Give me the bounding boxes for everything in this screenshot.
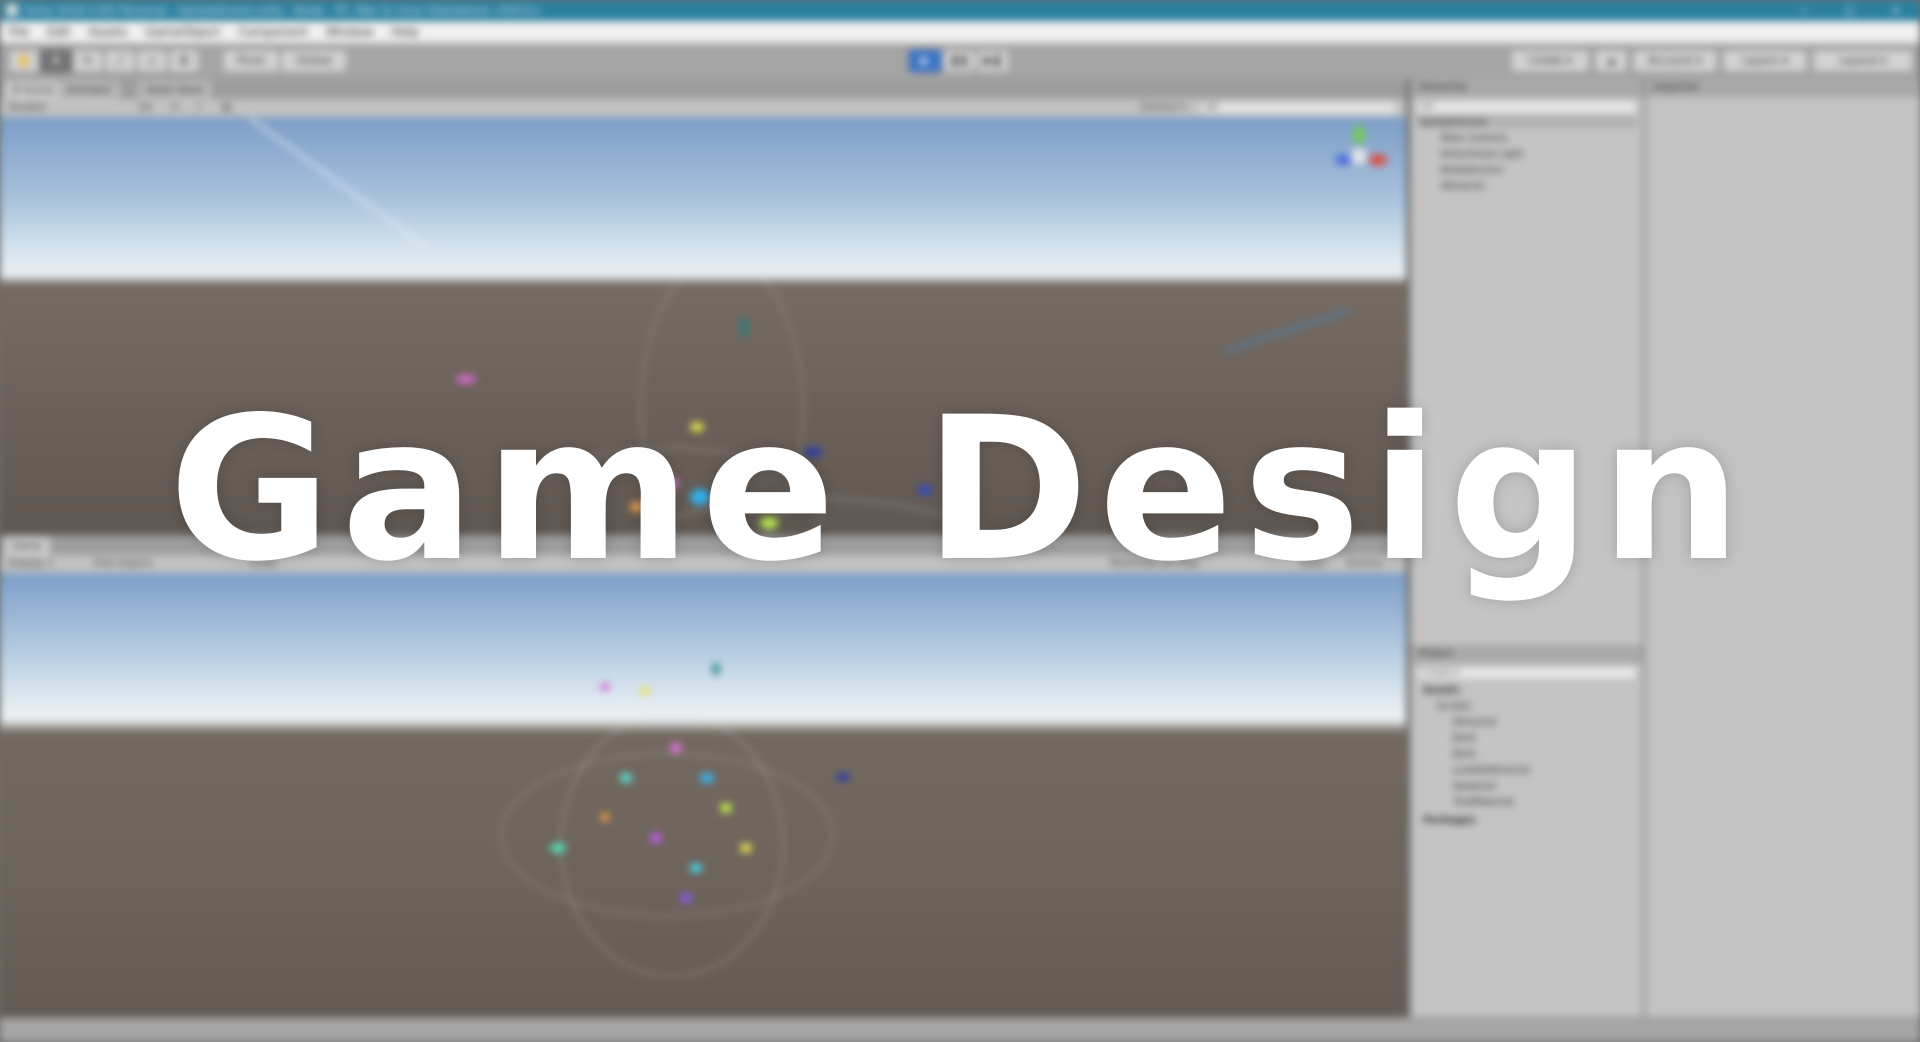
boid-particle [600,683,610,691]
boid-particle [740,843,752,853]
boid-particle [700,773,714,783]
boid-particle [836,773,850,781]
main-toolbar: ✋ ✥ ↻ ⤢ ▭ ⊞ Pivot Global ▶ ❚❚ ▶❚ Collab … [0,43,1920,80]
window-titlebar: Unity 2018.3.0f2 Personal - SampleScene.… [0,0,1920,21]
collab-dropdown[interactable]: Collab ▾ [1510,49,1590,73]
boid-particle [680,893,692,903]
scene-panel-tabs: # Scene Animator Asset Store [0,79,1406,99]
2d-toggle[interactable]: 2D [138,99,152,117]
account-dropdown[interactable]: Account ▾ [1632,49,1718,73]
step-button[interactable]: ▶❚ [976,49,1010,73]
project-asset[interactable]: TrailMaterial [1453,797,1514,808]
cloud-icon[interactable]: ☁ [1594,49,1628,73]
menu-assets[interactable]: Assets [79,21,136,43]
project-asset[interactable]: Boid [1453,749,1475,760]
boid-particle [670,743,682,753]
hierarchy-scene-root[interactable]: SampleScene [1419,117,1637,128]
rotate-tool-icon[interactable]: ↻ [72,49,104,73]
menu-gameobject[interactable]: GameObject [136,21,229,43]
game-view[interactable] [0,573,1406,1017]
tab-project[interactable]: Project [1411,645,1643,663]
minimize-button[interactable]: — [1784,0,1824,21]
scene-orientation-gizmo[interactable] [1330,127,1390,187]
boid-particle [550,843,566,853]
lighting-toggle-icon[interactable]: ☀ [170,99,179,117]
pivot-toggle[interactable]: Pivot [222,49,280,73]
boid-particle [740,317,748,337]
project-asset[interactable]: Spawner [1453,781,1497,792]
move-tool-icon[interactable]: ✥ [40,49,72,73]
play-button[interactable]: ▶ [908,49,942,73]
menu-component[interactable]: Component [229,21,317,43]
hierarchy-item[interactable]: Main Camera [1441,133,1507,144]
hierarchy-item[interactable]: BoidsAnchor [1441,165,1504,176]
global-toggle[interactable]: Global [280,49,348,73]
project-folder-assets[interactable]: Assets [1423,685,1460,696]
rect-tool-icon[interactable]: ▭ [136,49,168,73]
project-folder-packages[interactable]: Packages [1423,815,1476,826]
transform-tool-icon[interactable]: ⊞ [168,49,200,73]
project-search-input[interactable]: Create ▾ [1415,665,1639,681]
shading-mode-dropdown[interactable]: Shaded [8,99,46,117]
boid-particle [600,813,610,821]
project-panel: Project Create ▾ Assets Scripts Attracto… [1410,645,1643,1017]
close-button[interactable]: ✕ [1876,0,1916,21]
project-asset[interactable]: Boid [1453,733,1475,744]
boid-particle [712,663,720,675]
scene-search-input[interactable]: All [1200,102,1396,114]
tab-asset-store[interactable]: Asset Store [138,81,211,99]
hierarchy-item[interactable]: Attractor [1441,181,1485,192]
hand-tool-icon[interactable]: ✋ [8,49,40,73]
effects-toggle-icon[interactable]: ▤ [222,99,231,117]
scene-toolbar: Shaded 2D ☀ ♪ ▤ Gizmos ▾ All [0,99,1406,118]
hierarchy-item[interactable]: Directional Light [1441,149,1523,160]
boid-particle [690,863,702,873]
audio-toggle-icon[interactable]: ♪ [196,99,202,117]
menu-help[interactable]: Help [382,21,427,43]
boid-particle [650,833,662,843]
menu-edit[interactable]: Edit [38,21,79,43]
tab-scene[interactable]: # Scene [4,81,63,99]
trail-streak [249,117,429,250]
menu-file[interactable]: File [0,21,38,43]
tab-animator[interactable]: Animator [58,81,120,99]
trail-streak [1225,308,1351,352]
gizmos-dropdown[interactable]: Gizmos ▾ [1140,99,1185,117]
project-asset[interactable]: Attractor [1453,717,1497,728]
unity-logo-icon [6,4,18,16]
project-asset[interactable]: LookAtAttractor [1453,765,1531,776]
hierarchy-search-input[interactable]: All [1415,99,1639,115]
scale-tool-icon[interactable]: ⤢ [104,49,136,73]
boid-particle [720,803,732,813]
tab-hierarchy[interactable]: Hierarchy [1411,79,1643,97]
project-folder-scripts[interactable]: Scripts [1437,701,1471,712]
overlay-title: Game Design [168,374,1752,605]
window-title: Unity 2018.3.0f2 Personal - SampleScene.… [24,4,543,17]
layout-dropdown[interactable]: Layout ▾ [1812,49,1914,73]
menu-window[interactable]: Window [317,21,382,43]
tab-inspector[interactable]: Inspector [1645,79,1920,97]
maximize-button[interactable]: □ [1830,0,1870,21]
trail-loop [500,753,834,917]
pause-button[interactable]: ❚❚ [942,49,976,73]
layers-dropdown[interactable]: Layers ▾ [1722,49,1808,73]
status-bar [0,1017,1920,1042]
boid-particle [640,687,650,695]
menu-bar: File Edit Assets GameObject Component Window H… [0,21,1920,43]
boid-particle [620,773,632,783]
